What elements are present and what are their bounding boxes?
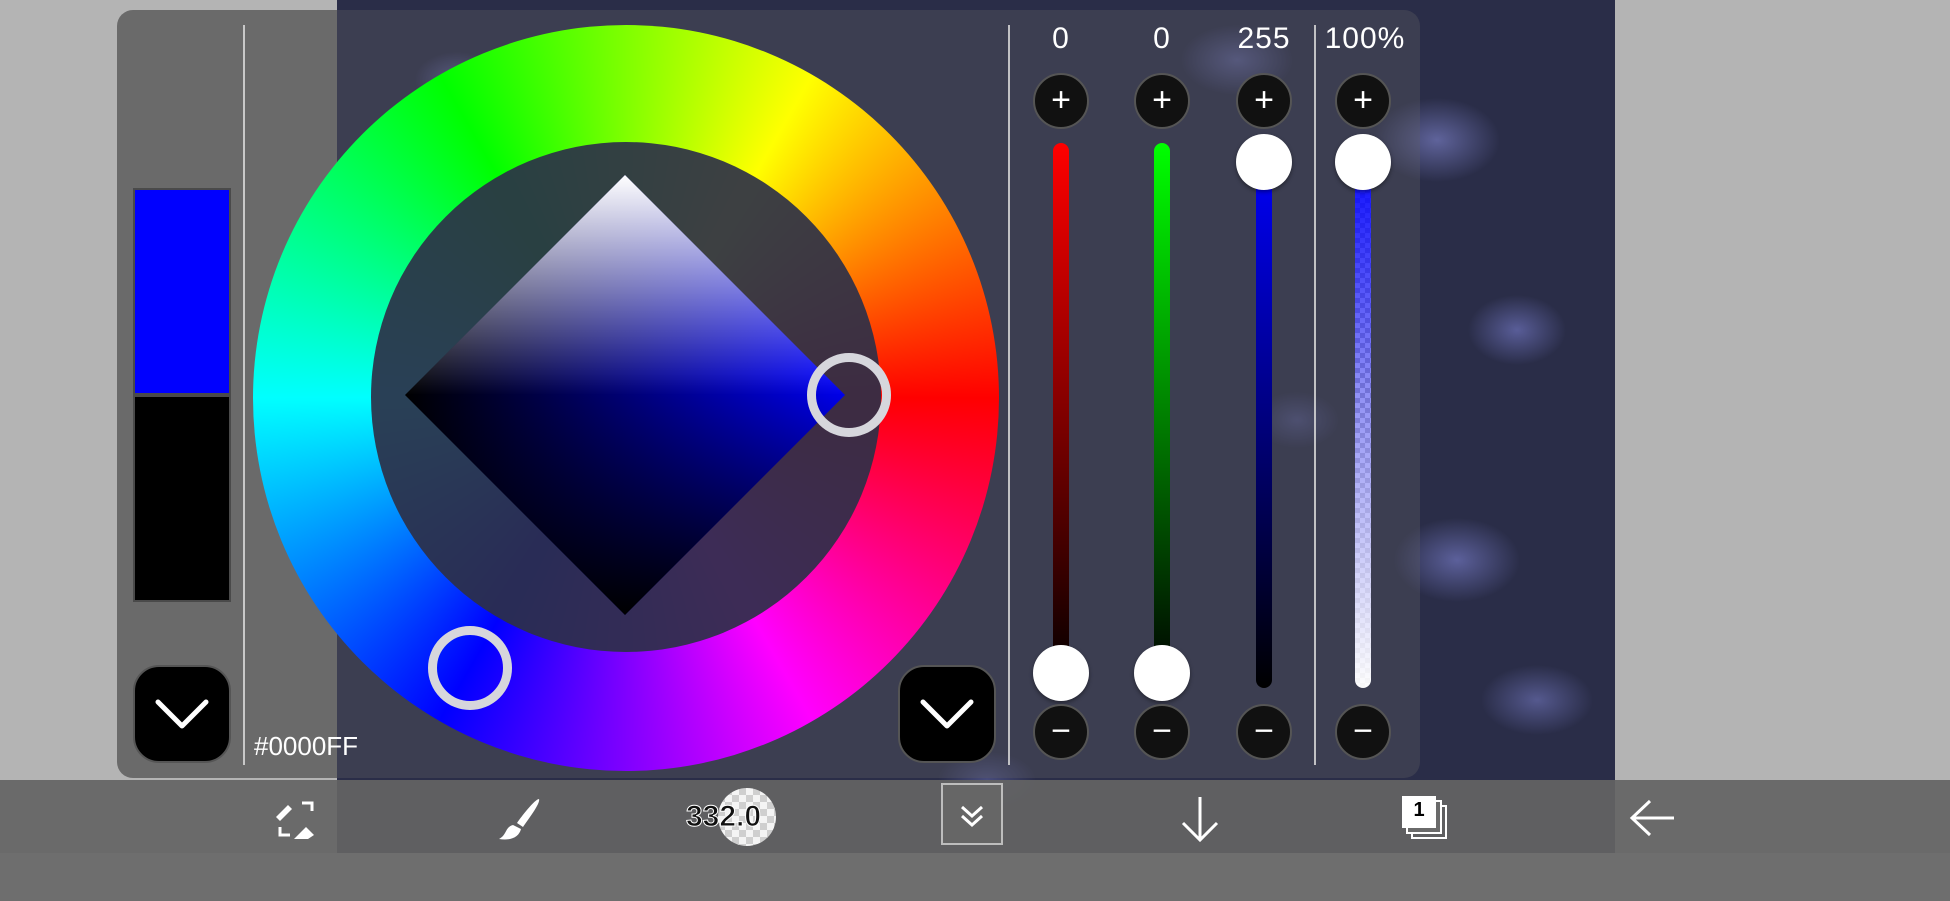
color-selector-ring[interactable] — [807, 353, 891, 437]
collapse-panel-button[interactable] — [941, 783, 1003, 845]
alpha-value: 100% — [1324, 22, 1406, 55]
brush-size-indicator[interactable]: 332.0 — [685, 788, 776, 848]
green-slider-knob[interactable] — [1134, 645, 1190, 701]
blue-slider-track[interactable] — [1256, 143, 1272, 688]
arrow-left-icon[interactable] — [1628, 798, 1678, 838]
red-increment-button[interactable]: + — [1033, 73, 1089, 129]
brush-size-value: 332.0 — [685, 800, 762, 834]
secondary-color-swatch[interactable] — [133, 395, 231, 602]
wheel-mode-button[interactable] — [898, 665, 996, 763]
palette-toggle-button[interactable] — [133, 665, 231, 763]
arrow-down-icon[interactable] — [1175, 793, 1225, 845]
layer-count: 1 — [1413, 799, 1425, 821]
green-decrement-button[interactable]: − — [1134, 704, 1190, 760]
alpha-decrement-button[interactable]: − — [1335, 704, 1391, 760]
toolbar-base — [0, 853, 1950, 901]
alpha-slider-track[interactable] — [1355, 143, 1371, 688]
swap-tools-icon[interactable] — [272, 795, 320, 843]
red-slider-knob[interactable] — [1033, 645, 1089, 701]
chevron-down-icon — [155, 699, 209, 729]
alpha-increment-button[interactable]: + — [1335, 73, 1391, 129]
red-decrement-button[interactable]: − — [1033, 704, 1089, 760]
red-slider-track[interactable] — [1053, 143, 1069, 688]
chevron-down-double-icon — [960, 805, 984, 828]
alpha-slider-knob[interactable] — [1335, 134, 1391, 190]
green-value: 0 — [1153, 22, 1171, 55]
primary-color-swatch[interactable] — [133, 188, 231, 395]
blue-slider-knob[interactable] — [1236, 134, 1292, 190]
green-slider-track[interactable] — [1154, 143, 1170, 688]
brush-icon[interactable] — [495, 795, 545, 845]
divider — [243, 25, 245, 765]
chevron-down-icon — [920, 699, 974, 729]
divider — [1314, 25, 1316, 765]
blue-increment-button[interactable]: + — [1236, 73, 1292, 129]
hex-color-value[interactable]: #0000FF — [254, 731, 358, 762]
blue-value: 255 — [1237, 22, 1291, 55]
red-value: 0 — [1052, 22, 1070, 55]
hue-selector-ring[interactable] — [428, 626, 512, 710]
divider — [1008, 25, 1010, 765]
green-increment-button[interactable]: + — [1134, 73, 1190, 129]
blue-decrement-button[interactable]: − — [1236, 704, 1292, 760]
